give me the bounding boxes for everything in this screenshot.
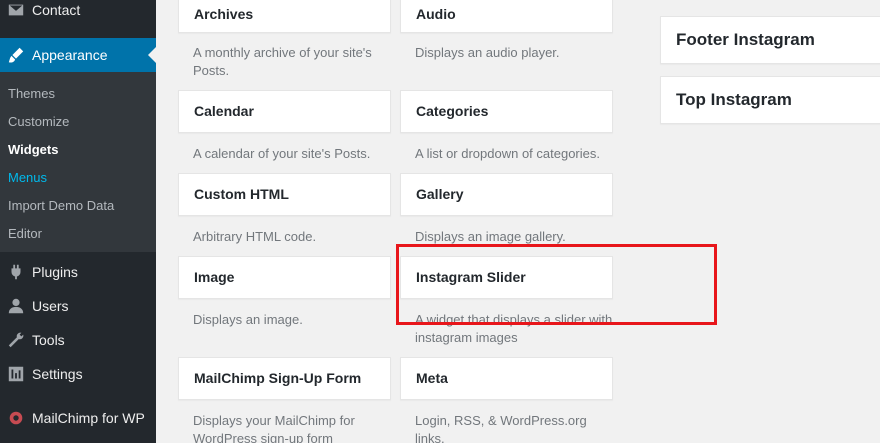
menu-mailchimp-label: MailChimp for WP (32, 410, 145, 426)
menu-contact-label: Contact (32, 2, 81, 18)
submenu-menus[interactable]: Menus (8, 170, 47, 185)
widget-area-top-instagram[interactable]: Top Instagram (660, 76, 880, 124)
mailchimp-icon (0, 408, 32, 428)
widget-description: Displays an image. (193, 312, 303, 327)
widget-title: Meta (416, 370, 448, 386)
menu-settings-label: Settings (32, 366, 83, 382)
widget-gallery[interactable]: Gallery (400, 173, 613, 216)
menu-users-label: Users (32, 298, 69, 314)
widget-meta[interactable]: Meta (400, 357, 613, 400)
user-icon (0, 296, 32, 316)
annotation-highlight-box (396, 244, 717, 325)
widget-calendar[interactable]: Calendar (178, 90, 391, 133)
widget-categories[interactable]: Categories (400, 90, 613, 133)
settings-sliders-icon (0, 364, 32, 384)
widget-description: Displays your MailChimp for WordPress si… (193, 413, 355, 443)
submenu-themes[interactable]: Themes (8, 86, 55, 101)
widget-title: Gallery (416, 186, 464, 202)
widget-title: Calendar (194, 103, 254, 119)
menu-tools-label: Tools (32, 332, 65, 348)
widget-area-title: Top Instagram (676, 90, 792, 109)
widget-description: Login, RSS, & WordPress.org links. (415, 413, 587, 443)
menu-tools[interactable]: Tools (0, 323, 156, 357)
widget-description: A list or dropdown of categories. (415, 146, 600, 161)
submenu-import-demo-data[interactable]: Import Demo Data (8, 198, 114, 213)
menu-settings[interactable]: Settings (0, 357, 156, 391)
menu-users[interactable]: Users (0, 289, 156, 323)
submenu-customize[interactable]: Customize (8, 114, 69, 129)
widget-image[interactable]: Image (178, 256, 391, 299)
admin-sidebar: Contact Appearance Themes Customize Widg… (0, 0, 156, 443)
widget-area-footer-instagram[interactable]: Footer Instagram (660, 16, 880, 64)
menu-appearance-label: Appearance (32, 47, 108, 63)
menu-plugins-label: Plugins (32, 264, 78, 280)
widget-title: Archives (194, 6, 254, 22)
envelope-icon (0, 0, 32, 20)
widget-title: Audio (416, 6, 456, 22)
widget-archives[interactable]: Archives (178, 0, 391, 33)
widget-description: Arbitrary HTML code. (193, 229, 317, 244)
widget-title: Categories (416, 103, 489, 119)
menu-contact[interactable]: Contact (0, 0, 156, 27)
wrench-icon (0, 330, 32, 350)
submenu-editor[interactable]: Editor (8, 226, 42, 241)
submenu-widgets[interactable]: Widgets (8, 142, 58, 157)
widget-area-title: Footer Instagram (676, 30, 815, 49)
paintbrush-icon (0, 45, 32, 65)
widget-audio[interactable]: Audio (400, 0, 613, 33)
appearance-submenu: Themes Customize Widgets Menus Import De… (0, 72, 156, 252)
menu-appearance[interactable]: Appearance (0, 38, 156, 72)
menu-mailchimp[interactable]: MailChimp for WP (0, 401, 156, 435)
widget-title: Image (194, 269, 235, 285)
widget-custom-html[interactable]: Custom HTML (178, 173, 391, 216)
widget-title: MailChimp Sign-Up Form (194, 370, 362, 386)
menu-plugins[interactable]: Plugins (0, 255, 156, 289)
widget-mailchimp-signup-form[interactable]: MailChimp Sign-Up Form (178, 357, 391, 400)
plug-icon (0, 262, 32, 282)
widget-description: Displays an audio player. (415, 45, 560, 60)
widget-description: A calendar of your site's Posts. (193, 146, 371, 161)
widget-description: A monthly archive of your site's Posts. (193, 45, 372, 78)
widget-title: Custom HTML (194, 186, 289, 202)
